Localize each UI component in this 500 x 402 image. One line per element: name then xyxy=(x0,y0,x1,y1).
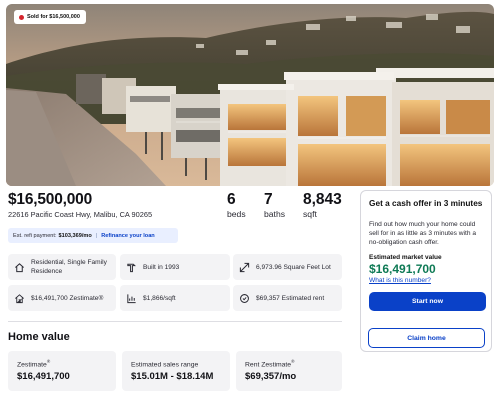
fact-text: $1,866/sqft xyxy=(143,294,176,302)
listing-price: $16,500,000 xyxy=(8,191,92,208)
sales-range-card: Estimated sales range $15.01M - $18.14M xyxy=(122,351,230,391)
beds-label: beds xyxy=(227,209,246,219)
zestimate-icon xyxy=(15,293,24,303)
card-label-text: Rent Zestimate xyxy=(245,361,292,369)
listing-photo[interactable]: Sold for $16,500,000 xyxy=(6,4,494,186)
sqft-value: 8,843 xyxy=(303,191,342,208)
refinance-link[interactable]: Refinance your loan xyxy=(101,233,154,239)
price-per-sqft-icon xyxy=(127,293,136,303)
home-value-title: Home value xyxy=(8,331,70,343)
card-label: Zestimate® xyxy=(17,359,109,368)
refi-separator: | xyxy=(95,232,98,239)
listing-photo-image xyxy=(6,4,494,186)
listing-address: 22616 Pacific Coast Hwy, Malibu, CA 9026… xyxy=(8,210,153,219)
card-label-sup: ® xyxy=(46,359,51,364)
fact-text: Built in 1993 xyxy=(143,263,180,271)
card-label: Estimated sales range xyxy=(131,359,223,368)
card-value: $69,357/mo xyxy=(245,371,297,383)
fact-home-type: Residential, Single Family Residence xyxy=(8,254,116,280)
fact-year-built: Built in 1993 xyxy=(120,254,230,280)
card-label-sup: ® xyxy=(291,359,295,364)
fact-text: 6,973.96 Square Feet Lot xyxy=(256,263,331,271)
fact-lot-size: 6,973.96 Square Feet Lot xyxy=(233,254,342,280)
card-label-text: Estimated sales range xyxy=(131,361,199,369)
card-label-text: Zestimate xyxy=(17,361,47,369)
beds-stat: 6 beds xyxy=(227,191,246,219)
sqft-stat: 8,843 sqft xyxy=(303,191,342,219)
refi-payment-pill: Est. refi payment: $103,369/mo | Refinan… xyxy=(8,228,178,243)
sqft-label: sqft xyxy=(303,209,317,219)
claim-home-button[interactable]: Claim home xyxy=(368,328,485,348)
fact-zestimate: $16,491,700 Zestimate® xyxy=(8,285,116,311)
rent-zestimate-card: Rent Zestimate® $69,357/mo xyxy=(236,351,342,391)
start-now-button[interactable]: Start now xyxy=(369,292,486,311)
card-value: $16,491,700 xyxy=(17,371,70,383)
fact-text: $16,491,700 Zestimate® xyxy=(31,294,104,302)
zestimate-card: Zestimate® $16,491,700 xyxy=(8,351,116,391)
sold-badge-label: Sold for $16,500,000 xyxy=(27,14,80,20)
refi-label: Est. refi payment: xyxy=(13,232,57,239)
baths-label: baths xyxy=(264,209,286,219)
fact-text: Residential, Single Family Residence xyxy=(31,259,107,275)
baths-value: 7 xyxy=(264,191,273,208)
cash-offer-description: Find out how much your home could sell f… xyxy=(369,221,477,247)
card-label: Rent Zestimate® xyxy=(245,359,335,368)
what-is-this-number-link[interactable]: What is this number? xyxy=(369,277,483,284)
lot-size-icon xyxy=(239,262,250,272)
fact-text: $69,357 Estimated rent xyxy=(256,294,325,302)
market-value-amount: $16,491,700 xyxy=(369,261,436,276)
beds-value: 6 xyxy=(227,191,236,208)
refi-amount: $103,369/mo xyxy=(58,232,92,239)
rent-icon xyxy=(240,293,249,303)
section-divider xyxy=(8,321,342,322)
sold-badge: Sold for $16,500,000 xyxy=(14,10,86,24)
hammer-icon xyxy=(127,263,136,272)
fact-price-per-sqft: $1,866/sqft xyxy=(120,285,230,311)
house-icon xyxy=(15,262,24,272)
market-value-label: Estimated market value xyxy=(369,253,442,261)
baths-stat: 7 baths xyxy=(264,191,285,219)
sold-status-dot-icon xyxy=(19,14,24,20)
cash-offer-title: Get a cash offer in 3 minutes xyxy=(369,198,483,208)
card-value: $15.01M - $18.14M xyxy=(131,371,214,383)
fact-estimated-rent: $69,357 Estimated rent xyxy=(233,285,342,311)
